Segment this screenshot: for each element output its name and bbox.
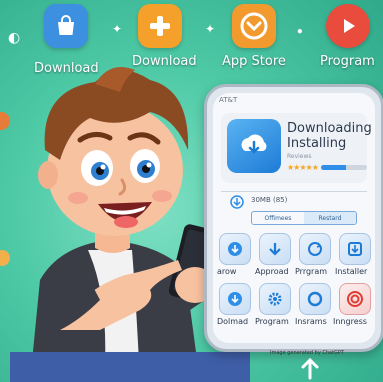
download-progress-fill	[321, 165, 347, 170]
dot-icon: •	[296, 25, 304, 39]
title-line-2: Installing	[287, 136, 347, 151]
app-tile-label: Installer	[335, 267, 368, 276]
status-bar: AT&T	[219, 96, 238, 104]
play-icon	[344, 19, 355, 33]
app-tile-arow[interactable]	[219, 233, 251, 265]
app-tile-label: Prrgram	[295, 267, 328, 276]
app-tile-dolmad[interactable]	[219, 283, 251, 315]
tab-restard[interactable]: Restard	[304, 212, 356, 224]
app-tile-prrgram[interactable]	[299, 233, 331, 265]
installer-icon	[348, 242, 362, 256]
top-app-label: Program	[320, 54, 375, 69]
tab-offimees[interactable]: Offimees	[252, 212, 304, 224]
download-icon	[228, 292, 242, 306]
title-line-1: Downloading	[287, 121, 372, 136]
app-tile-label: Program	[255, 317, 289, 326]
arrow-up-icon	[301, 358, 319, 380]
top-app-program[interactable]	[326, 4, 370, 48]
phone-screen: AT&T Downloading Installing Reviews ★★★★…	[213, 93, 375, 343]
refresh-icon	[308, 242, 322, 256]
download-icon	[228, 242, 242, 256]
app-tile-label: Inngress	[333, 317, 367, 326]
circle-icon	[307, 291, 323, 307]
target-icon	[347, 291, 363, 307]
app-tile-inngress[interactable]	[339, 283, 371, 315]
app-tile-label: arow	[217, 267, 237, 276]
arrow-down-icon	[269, 243, 281, 256]
scene: ✦ ✦ • ◐ Download Download App Store Prog…	[0, 0, 383, 382]
app-tile-installer[interactable]	[339, 233, 371, 265]
app-tile-label: Insrams	[295, 317, 327, 326]
size-row: 30MB (85)	[221, 191, 367, 209]
download-icon	[230, 195, 244, 209]
app-download-card[interactable]: Downloading Installing Reviews ★★★★★	[221, 113, 372, 183]
reviews-text: Reviews	[287, 153, 312, 160]
download-progress-bar	[321, 165, 367, 170]
download-title: Downloading Installing	[287, 121, 372, 151]
phone-mockup: AT&T Downloading Installing Reviews ★★★★…	[204, 84, 383, 352]
generation-note: Image generated by ChatGPT	[270, 350, 345, 356]
rating-stars: ★★★★★	[287, 163, 319, 172]
app-tile-program[interactable]	[259, 283, 291, 315]
app-icon	[227, 119, 281, 173]
tab-switcher: Offimees Restard	[251, 211, 357, 225]
size-text: 30MB (85)	[251, 196, 288, 204]
app-tile-label: Dolmad	[217, 317, 249, 326]
settings-icon	[268, 292, 282, 306]
app-tile-approad[interactable]	[259, 233, 291, 265]
download-cloud-icon	[241, 134, 267, 154]
app-tile-label: Approad	[255, 267, 289, 276]
app-tile-insrams[interactable]	[299, 283, 331, 315]
